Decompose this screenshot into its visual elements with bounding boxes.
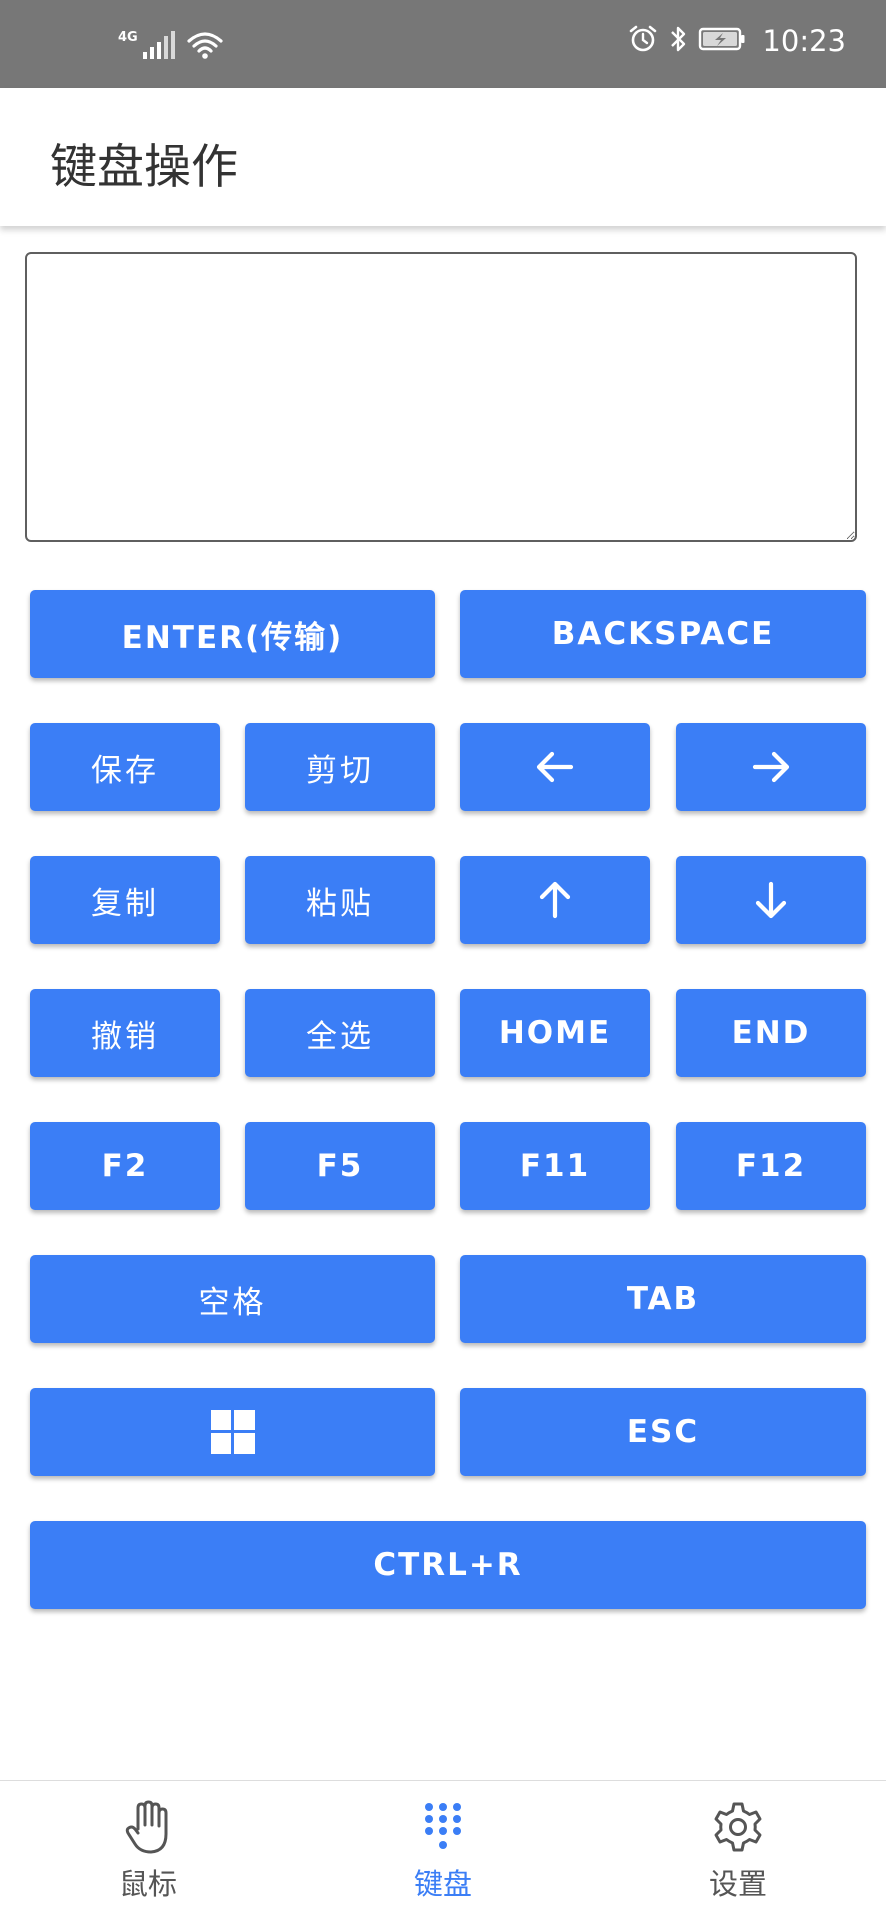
nav-item-mouse[interactable]: 鼠标 [58, 1781, 238, 1921]
arrow-up-button[interactable] [460, 856, 650, 944]
copy-button[interactable]: 复制 [30, 856, 220, 944]
nav-item-settings[interactable]: 设置 [648, 1781, 828, 1921]
home-key-button[interactable]: HOME [460, 989, 650, 1077]
enter-key-label: ENTER(传输) [121, 619, 344, 656]
arrow-up-icon [537, 880, 573, 920]
windows-icon [210, 1410, 255, 1454]
save-label: 保存 [91, 752, 159, 789]
select-all-label: 全选 [306, 1018, 374, 1055]
gear-icon [712, 1799, 764, 1855]
nav-item-keyboard[interactable]: 键盘 [353, 1781, 533, 1921]
end-key-label: END [731, 1015, 811, 1051]
page-title: 键盘操作 [50, 140, 238, 195]
f11-key-label: F11 [519, 1148, 591, 1184]
f11-key-button[interactable]: F11 [460, 1122, 650, 1210]
status-bar: 4G 10:23 [0, 0, 886, 88]
clock: 10:23 [762, 24, 846, 58]
f12-key-label: F12 [735, 1148, 807, 1184]
end-key-button[interactable]: END [676, 989, 866, 1077]
select-all-button[interactable]: 全选 [245, 989, 435, 1077]
ctrl-r-key-button[interactable]: CTRL+R [30, 1521, 866, 1609]
arrow-down-button[interactable] [676, 856, 866, 944]
f2-key-label: F2 [101, 1148, 149, 1184]
paste-button[interactable]: 粘贴 [245, 856, 435, 944]
hand-icon [124, 1799, 172, 1855]
f5-key-button[interactable]: F5 [245, 1122, 435, 1210]
f2-key-button[interactable]: F2 [30, 1122, 220, 1210]
status-left: 4G [118, 30, 224, 64]
cut-button[interactable]: 剪切 [245, 723, 435, 811]
arrow-right-button[interactable] [676, 723, 866, 811]
space-key-button[interactable]: 空格 [30, 1255, 435, 1343]
arrow-left-icon [535, 749, 575, 785]
undo-button[interactable]: 撤销 [30, 989, 220, 1077]
nav-label-mouse: 鼠标 [118, 1867, 177, 1901]
esc-key-label: ESC [626, 1414, 700, 1450]
keypad-icon [423, 1799, 463, 1855]
battery-icon [698, 26, 746, 56]
f12-key-button[interactable]: F12 [676, 1122, 866, 1210]
network-type: 4G [118, 29, 138, 45]
tab-key-label: TAB [626, 1281, 700, 1317]
alarm-icon [628, 24, 658, 58]
cut-label: 剪切 [306, 752, 374, 789]
esc-key-button[interactable]: ESC [460, 1388, 866, 1476]
copy-label: 复制 [91, 885, 159, 922]
bluetooth-icon [668, 24, 688, 58]
backspace-key-button[interactable]: BACKSPACE [460, 590, 866, 678]
signal-icon [142, 30, 176, 64]
save-button[interactable]: 保存 [30, 723, 220, 811]
enter-key-button[interactable]: ENTER(传输) [30, 590, 435, 678]
arrow-right-icon [751, 749, 791, 785]
windows-key-button[interactable] [30, 1388, 435, 1476]
space-key-label: 空格 [198, 1284, 267, 1321]
undo-label: 撤销 [91, 1018, 159, 1055]
nav-label-settings: 设置 [708, 1867, 767, 1901]
keyboard-text-input[interactable] [25, 252, 857, 542]
wifi-icon [186, 30, 224, 64]
arrow-down-icon [753, 880, 789, 920]
ctrl-r-key-label: CTRL+R [373, 1547, 523, 1583]
home-key-label: HOME [498, 1015, 612, 1051]
backspace-key-label: BACKSPACE [551, 616, 775, 652]
bottom-navigation: 鼠标 键盘 设置 [0, 1780, 886, 1921]
f5-key-label: F5 [316, 1148, 364, 1184]
tab-key-button[interactable]: TAB [460, 1255, 866, 1343]
paste-label: 粘贴 [306, 885, 374, 922]
arrow-left-button[interactable] [460, 723, 650, 811]
status-right: 10:23 [628, 24, 846, 58]
app-bar: 键盘操作 [0, 88, 886, 226]
nav-label-keyboard: 键盘 [413, 1867, 472, 1901]
